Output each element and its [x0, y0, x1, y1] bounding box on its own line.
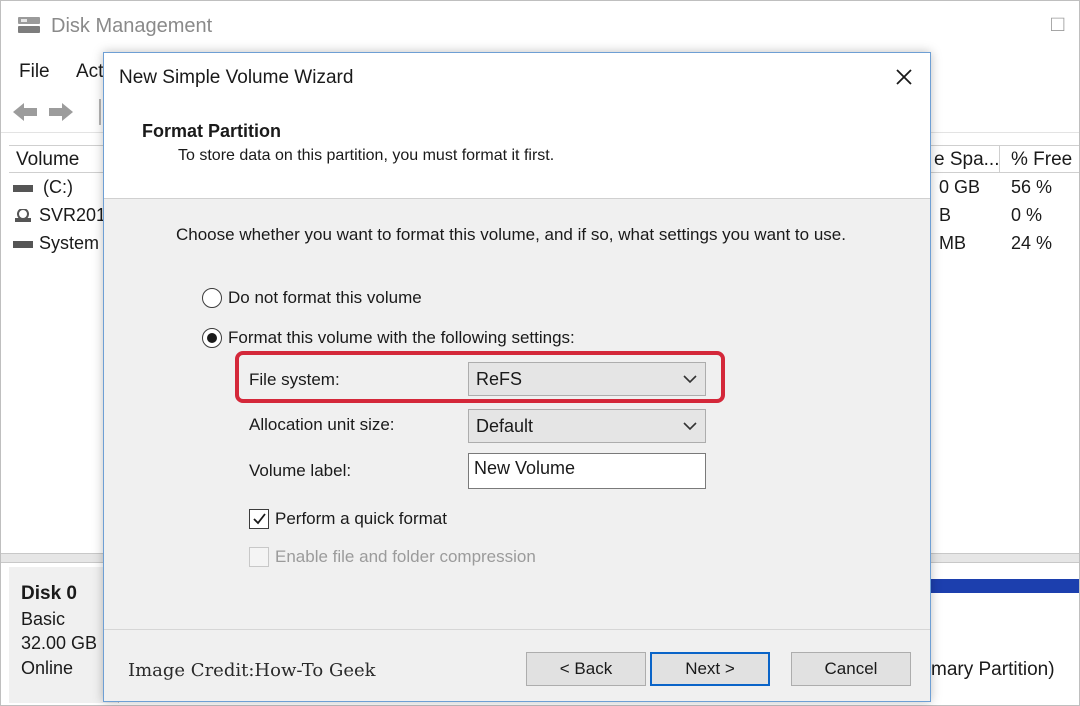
volume-free-space: B: [939, 205, 952, 225]
dm-titlebar: Disk Management □: [1, 1, 1079, 53]
compression-checkbox: [249, 547, 269, 567]
radio-button[interactable]: [202, 288, 222, 308]
checkmark-icon: [253, 513, 266, 525]
chevron-down-icon: [683, 375, 697, 384]
next-button-label: Next >: [685, 659, 735, 678]
file-system-value: ReFS: [476, 369, 523, 389]
wizard-header: Format Partition To store data on this p…: [104, 103, 930, 199]
volume-label-value: New Volume: [474, 458, 576, 478]
file-system-label: File system:: [249, 370, 340, 389]
disk-size: 32.00 GB: [21, 633, 98, 653]
cancel-button[interactable]: Cancel: [791, 652, 911, 686]
page-subtitle: To store data on this partition, you mus…: [178, 147, 555, 164]
column-volume[interactable]: Volume: [16, 149, 79, 171]
maximize-icon[interactable]: □: [1051, 11, 1064, 37]
partition-label: mary Partition): [931, 659, 1055, 680]
back-button[interactable]: < Back: [526, 652, 646, 686]
file-system-dropdown[interactable]: ReFS: [468, 362, 706, 396]
wizard-title: New Simple Volume Wizard: [119, 67, 354, 88]
wizard-titlebar[interactable]: New Simple Volume Wizard: [104, 53, 930, 103]
back-arrow-icon[interactable]: [11, 101, 39, 123]
volume-percent-free: 0 %: [1011, 205, 1043, 225]
volume-label-input[interactable]: New Volume: [468, 453, 706, 489]
volume-free-space: MB: [939, 233, 966, 253]
volume-name: (C:): [43, 177, 73, 197]
volume-percent-free: 56 %: [1011, 177, 1053, 197]
disk-status: Online: [21, 658, 74, 678]
drive-icon: [13, 185, 33, 192]
compression-label: Enable file and folder compression: [275, 547, 536, 566]
page-title: Format Partition: [142, 121, 282, 141]
radio-label: Format this volume with the following se…: [228, 328, 575, 347]
column-free-space[interactable]: e Spa...: [934, 149, 1000, 171]
disc-drive-icon: [15, 209, 31, 222]
menu-action[interactable]: Act: [76, 61, 103, 83]
partition-bar[interactable]: [929, 579, 1079, 593]
cancel-button-label: Cancel: [824, 659, 878, 678]
wizard-body: Choose whether you want to format this v…: [104, 199, 930, 629]
intro-text: Choose whether you want to format this v…: [176, 225, 846, 244]
back-button-label: < Back: [559, 659, 613, 678]
new-simple-volume-wizard: New Simple Volume Wizard Format Partitio…: [103, 52, 931, 702]
allocation-unit-value: Default: [476, 416, 534, 436]
image-credit: Image Credit:How-To Geek: [128, 660, 376, 681]
close-icon[interactable]: [892, 65, 916, 89]
volume-percent-free: 24 %: [1011, 233, 1053, 253]
volume-name: System: [39, 233, 100, 253]
wizard-footer: Image Credit:How-To Geek < Back Next > C…: [104, 629, 930, 701]
forward-arrow-icon[interactable]: [47, 101, 75, 123]
chevron-down-icon: [683, 422, 697, 431]
allocation-unit-dropdown[interactable]: Default: [468, 409, 706, 443]
toolbar-separator: [99, 99, 101, 125]
volume-free-space: 0 GB: [939, 177, 981, 197]
menu-file[interactable]: File: [19, 61, 50, 83]
radio-selected-dot: [207, 333, 217, 343]
disk-management-icon: [18, 17, 40, 33]
allocation-unit-label: Allocation unit size:: [249, 415, 395, 434]
volume-name: SVR201: [39, 205, 107, 225]
disk-type: Basic: [21, 609, 66, 629]
quick-format-label: Perform a quick format: [275, 509, 447, 528]
column-percent-free[interactable]: % Free: [1011, 149, 1072, 171]
radio-label: Do not format this volume: [228, 288, 422, 307]
disk-name: Disk 0: [21, 583, 77, 604]
quick-format-checkbox[interactable]: [249, 509, 269, 529]
drive-icon: [13, 241, 33, 248]
volume-label-label: Volume label:: [249, 461, 352, 480]
radio-button[interactable]: [202, 328, 222, 348]
next-button[interactable]: Next >: [650, 652, 770, 686]
dm-window-title: Disk Management: [51, 15, 213, 37]
